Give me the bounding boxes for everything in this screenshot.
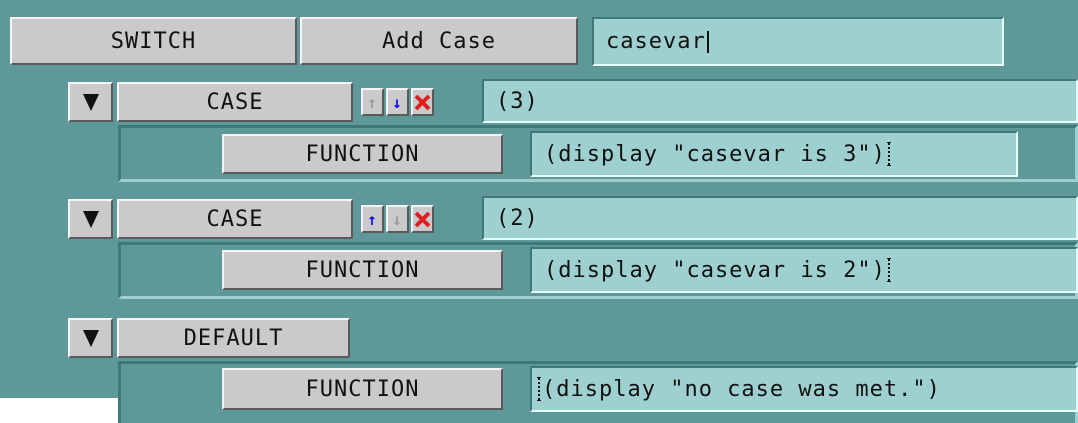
case-2-function-input[interactable]: (display "casevar is 2") xyxy=(530,247,1078,293)
triangle-down-icon xyxy=(82,211,99,228)
default-button[interactable]: DEFAULT xyxy=(117,318,350,358)
arrow-up-icon: ↑ xyxy=(367,209,378,229)
case-1-function-label: FUNCTION xyxy=(305,141,420,167)
add-case-label: Add Case xyxy=(382,28,496,54)
switch-label: SWITCH xyxy=(110,28,197,54)
collapse-case-2-button[interactable] xyxy=(68,199,113,239)
case-1-move-up-button[interactable]: ↑ xyxy=(361,88,384,116)
case-1-function-button[interactable]: FUNCTION xyxy=(222,134,503,174)
case-2-label: CASE xyxy=(206,206,264,232)
case-2-function-label: FUNCTION xyxy=(305,257,420,283)
arrow-up-icon: ↑ xyxy=(367,92,378,112)
case-2-function-text: (display "casevar is 2") xyxy=(544,257,886,283)
red-x-icon xyxy=(414,211,431,227)
switch-variable-input[interactable]: casevar xyxy=(592,17,1004,66)
collapse-case-1-button[interactable] xyxy=(68,82,113,122)
case-2-delete-button[interactable] xyxy=(411,205,434,233)
triangle-down-icon xyxy=(82,330,99,347)
default-function-input[interactable]: (display "no case was met.") xyxy=(530,366,1078,412)
red-x-icon xyxy=(414,94,431,110)
switch-editor-panel: SWITCH Add Case casevar CASE ↑ ↓ (3) FUN… xyxy=(0,0,1078,423)
case-2-button[interactable]: CASE xyxy=(117,199,353,239)
case-2-move-up-button[interactable]: ↑ xyxy=(361,205,384,233)
case-2-value-text: (2) xyxy=(496,205,539,231)
text-cursor-icon xyxy=(886,142,891,166)
arrow-down-icon: ↓ xyxy=(392,209,403,229)
text-cursor-icon xyxy=(537,377,541,401)
case-1-function-text: (display "casevar is 3") xyxy=(544,141,886,167)
add-case-button[interactable]: Add Case xyxy=(300,17,578,65)
default-function-button[interactable]: FUNCTION xyxy=(222,368,503,410)
case-1-delete-button[interactable] xyxy=(411,88,434,116)
text-caret xyxy=(706,30,709,53)
case-1-button[interactable]: CASE xyxy=(117,82,353,122)
case-2-value-input[interactable]: (2) xyxy=(482,196,1078,240)
arrow-down-icon: ↓ xyxy=(392,92,403,112)
case-2-move-down-button[interactable]: ↓ xyxy=(386,205,409,233)
case-1-function-input[interactable]: (display "casevar is 3") xyxy=(530,131,1018,177)
switch-button[interactable]: SWITCH xyxy=(10,17,297,65)
case-1-label: CASE xyxy=(206,89,264,115)
case-1-value-input[interactable]: (3) xyxy=(482,79,1078,123)
default-label: DEFAULT xyxy=(183,325,284,351)
triangle-down-icon xyxy=(82,94,99,111)
case-1-value-text: (3) xyxy=(496,88,539,114)
case-1-move-down-button[interactable]: ↓ xyxy=(386,88,409,116)
case-2-function-button[interactable]: FUNCTION xyxy=(222,250,503,290)
collapse-default-button[interactable] xyxy=(68,318,113,358)
switch-variable-text: casevar xyxy=(606,29,706,54)
default-function-text: (display "no case was met.") xyxy=(542,376,941,402)
default-function-label: FUNCTION xyxy=(305,376,420,402)
text-cursor-icon xyxy=(886,258,891,282)
